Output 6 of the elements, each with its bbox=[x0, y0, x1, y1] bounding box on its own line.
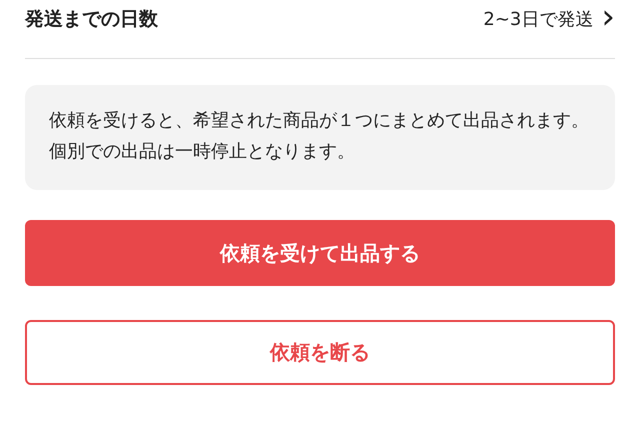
row-label: 発送までの日数 bbox=[25, 7, 158, 32]
accept-button[interactable]: 依頼を受けて出品する bbox=[25, 220, 615, 286]
notice-text: 依頼を受けると、希望された商品が１つにまとめて出品されます。個別での出品は一時停止となります。 bbox=[25, 85, 615, 190]
chevron-icon[interactable]: › bbox=[601, 0, 615, 34]
decline-button[interactable]: 依頼を断る bbox=[25, 320, 615, 385]
row-value: 2~3日で発送 bbox=[483, 8, 594, 31]
